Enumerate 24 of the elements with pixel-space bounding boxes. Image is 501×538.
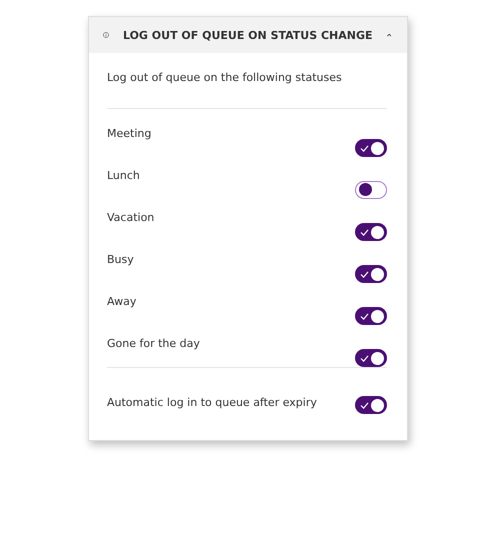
description-text: Log out of queue on the following statuses — [107, 71, 343, 84]
chevron-up-icon[interactable] — [386, 31, 391, 39]
panel-title: LOG OUT OF QUEUE ON STATUS CHANGE — [122, 28, 373, 42]
check-icon — [360, 313, 369, 320]
status-label: Away — [107, 295, 136, 308]
status-label: Busy — [107, 253, 134, 266]
toggle-switch[interactable] — [355, 139, 387, 157]
status-label: Gone for the day — [107, 337, 200, 350]
status-label: Meeting — [107, 127, 152, 140]
panel-header[interactable]: LOG OUT OF QUEUE ON STATUS CHANGE — [89, 17, 407, 53]
check-icon — [360, 145, 369, 152]
toggle-switch[interactable] — [355, 396, 387, 414]
check-icon — [360, 271, 369, 278]
check-icon — [360, 402, 369, 409]
check-icon — [360, 355, 369, 362]
auto-login-label: Automatic log in to queue after expiry — [107, 396, 317, 409]
toggle-switch[interactable] — [355, 307, 387, 325]
status-label: Lunch — [107, 169, 140, 182]
check-icon — [360, 229, 369, 236]
toggle-switch[interactable] — [355, 181, 387, 199]
toggle-switch[interactable] — [355, 265, 387, 283]
toggle-switch[interactable] — [355, 349, 387, 367]
status-label: Vacation — [107, 211, 154, 224]
toggle-switch[interactable] — [355, 223, 387, 241]
